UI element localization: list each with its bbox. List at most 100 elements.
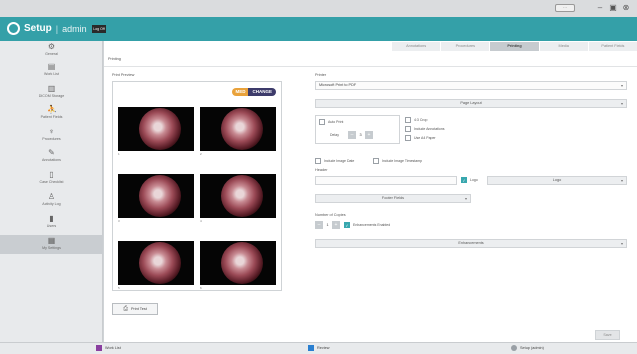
- image-number: 1: [118, 152, 120, 156]
- sidebar-item-work-list[interactable]: ▤ Work List: [0, 61, 103, 80]
- window-controls: – ▣ ⊗: [595, 3, 631, 13]
- sidebar-item-patient-fields[interactable]: ⛹ Patient Fields: [0, 104, 103, 123]
- tab-annotations[interactable]: Annotations: [391, 42, 441, 51]
- four-three-crop-checkbox[interactable]: [405, 117, 411, 123]
- review-label: Review: [317, 346, 330, 350]
- logo-dropdown[interactable]: Logo ▾: [487, 176, 627, 185]
- auto-print-group: Auto Print Delay – 3 +: [315, 115, 400, 144]
- chevron-down-icon: ▾: [620, 178, 623, 183]
- logoff-button[interactable]: Log Off: [92, 25, 106, 33]
- print-test-label: Print Test: [131, 307, 147, 311]
- auto-print-label: Auto Print: [328, 120, 344, 124]
- activity-icon: ♙: [47, 192, 56, 201]
- list-icon: [96, 345, 102, 351]
- worklist-label: Work List: [105, 346, 121, 350]
- storage-icon: ▥: [47, 84, 56, 93]
- settings-icon: ▦: [47, 236, 56, 245]
- sidebar-item-case-checklist[interactable]: ▯ Case Checklist: [0, 169, 103, 188]
- chevron-down-icon: ▾: [620, 241, 623, 246]
- procedure-icon: ♆: [48, 127, 55, 136]
- sidebar: ⚙ General ▤ Work List ▥ DICOM Storage ⛹ …: [0, 41, 103, 342]
- use-a4-paper-checkbox[interactable]: [405, 135, 411, 141]
- sidebar-item-label: Patient Fields: [40, 115, 63, 119]
- delay-value[interactable]: 3: [357, 131, 364, 139]
- include-annotations-checkbox[interactable]: [405, 126, 411, 132]
- app-brand: Setup | admin: [7, 22, 87, 35]
- bottom-review-button[interactable]: Review: [308, 345, 329, 351]
- sidebar-item-general[interactable]: ⚙ General: [0, 41, 103, 60]
- logo-dropdown-label: Logo: [552, 178, 562, 182]
- footer-fields-dropdown[interactable]: Footer Fields ▾: [315, 194, 471, 203]
- app-header: Setup | admin Log Off: [0, 17, 637, 41]
- maximize-icon[interactable]: ▣: [608, 3, 618, 13]
- include-image-timestamp-label: Include Image Timestamp: [382, 159, 423, 163]
- preview-image: [200, 107, 276, 151]
- sidebar-item-label: General: [45, 52, 58, 56]
- include-image-date-label: Include Image Date: [324, 159, 355, 163]
- include-image-date-checkbox[interactable]: [315, 158, 321, 164]
- close-icon[interactable]: ⊗: [621, 3, 631, 13]
- copies-decrement-button[interactable]: –: [315, 221, 323, 229]
- include-image-timestamp-checkbox[interactable]: [373, 158, 379, 164]
- clipboard-icon: ▯: [49, 170, 54, 179]
- chevron-down-icon: ▾: [620, 83, 623, 88]
- tab-media[interactable]: Media: [538, 42, 588, 51]
- sidebar-item-activity-log[interactable]: ♙ Activity Log: [0, 191, 103, 210]
- sidebar-item-my-settings[interactable]: ▦ My Settings: [0, 235, 103, 254]
- tab-patient-fields[interactable]: Patient Fields: [587, 42, 637, 51]
- use-a4-paper-label: Use A4 Paper: [414, 136, 436, 140]
- auto-print-checkbox[interactable]: [319, 119, 325, 125]
- preview-image: [118, 107, 194, 151]
- sidebar-item-annotations[interactable]: ✎ Annotations: [0, 147, 103, 166]
- enhancements-dropdown[interactable]: Enhancements ▾: [315, 239, 627, 248]
- delay-decrement-button[interactable]: –: [348, 131, 356, 139]
- page-layout-dropdown[interactable]: Page Layout ▾: [315, 99, 627, 108]
- setup-label: Setup (admin): [520, 346, 544, 350]
- list-icon: ▤: [47, 62, 56, 71]
- header-input[interactable]: [315, 176, 457, 185]
- image-number: 5: [118, 286, 120, 290]
- breadcrumb: Printing: [108, 57, 121, 61]
- copies-increment-button[interactable]: +: [332, 221, 340, 229]
- titlebar-badge[interactable]: ···: [555, 4, 575, 12]
- enhancements-enabled-label: Enhancements Enabled: [353, 223, 391, 227]
- gear-icon: ⚙: [47, 42, 56, 51]
- tab-printing[interactable]: Printing: [489, 42, 539, 51]
- image-number: 6: [200, 286, 202, 290]
- logo-med: MED: [232, 88, 249, 96]
- user-name: admin: [62, 23, 87, 34]
- printer-value: Microsoft Print to PDF: [319, 83, 357, 87]
- gear-icon: [7, 22, 20, 35]
- print-test-button[interactable]: ⎙ Print Test: [112, 303, 158, 315]
- sidebar-item-label: Activity Log: [42, 202, 61, 206]
- printer-label: Printer: [315, 73, 327, 77]
- sidebar-item-label: Case Checklist: [39, 180, 64, 184]
- save-button[interactable]: Save: [595, 330, 620, 340]
- footer-fields-label: Footer Fields: [381, 196, 405, 200]
- bottom-setup-button[interactable]: Setup (admin): [511, 345, 544, 351]
- sidebar-item-dicom-storage[interactable]: ▥ DICOM Storage: [0, 83, 103, 102]
- sidebar-item-label: Work List: [44, 72, 59, 76]
- logo-checkbox[interactable]: ✓: [461, 177, 467, 183]
- delay-increment-button[interactable]: +: [365, 131, 373, 139]
- preview-image: [200, 174, 276, 218]
- print-preview-label: Print Preview: [112, 73, 135, 77]
- sidebar-item-label: Annotations: [42, 158, 61, 162]
- preview-image: [118, 174, 194, 218]
- logo-change: CHANGE: [248, 88, 276, 96]
- header-label: Header: [315, 168, 328, 172]
- app-title: Setup: [24, 23, 52, 34]
- divider: [104, 66, 637, 67]
- copies-label: Number of Copies: [315, 213, 346, 217]
- enhancements-enabled-checkbox[interactable]: ✓: [344, 222, 350, 228]
- tab-procedures[interactable]: Procedures: [440, 42, 490, 51]
- sidebar-item-users[interactable]: ▮ Users: [0, 213, 103, 232]
- endoscope-image: [139, 242, 181, 284]
- bottom-worklist-button[interactable]: Work List: [96, 345, 121, 351]
- endoscope-image: [139, 175, 181, 217]
- printer-select[interactable]: Microsoft Print to PDF ▾: [315, 81, 627, 90]
- include-annotations-label: Include Annotations: [414, 127, 445, 131]
- copies-value[interactable]: 1: [324, 221, 331, 229]
- minimize-icon[interactable]: –: [595, 3, 605, 13]
- sidebar-item-procedures[interactable]: ♆ Procedures: [0, 126, 103, 145]
